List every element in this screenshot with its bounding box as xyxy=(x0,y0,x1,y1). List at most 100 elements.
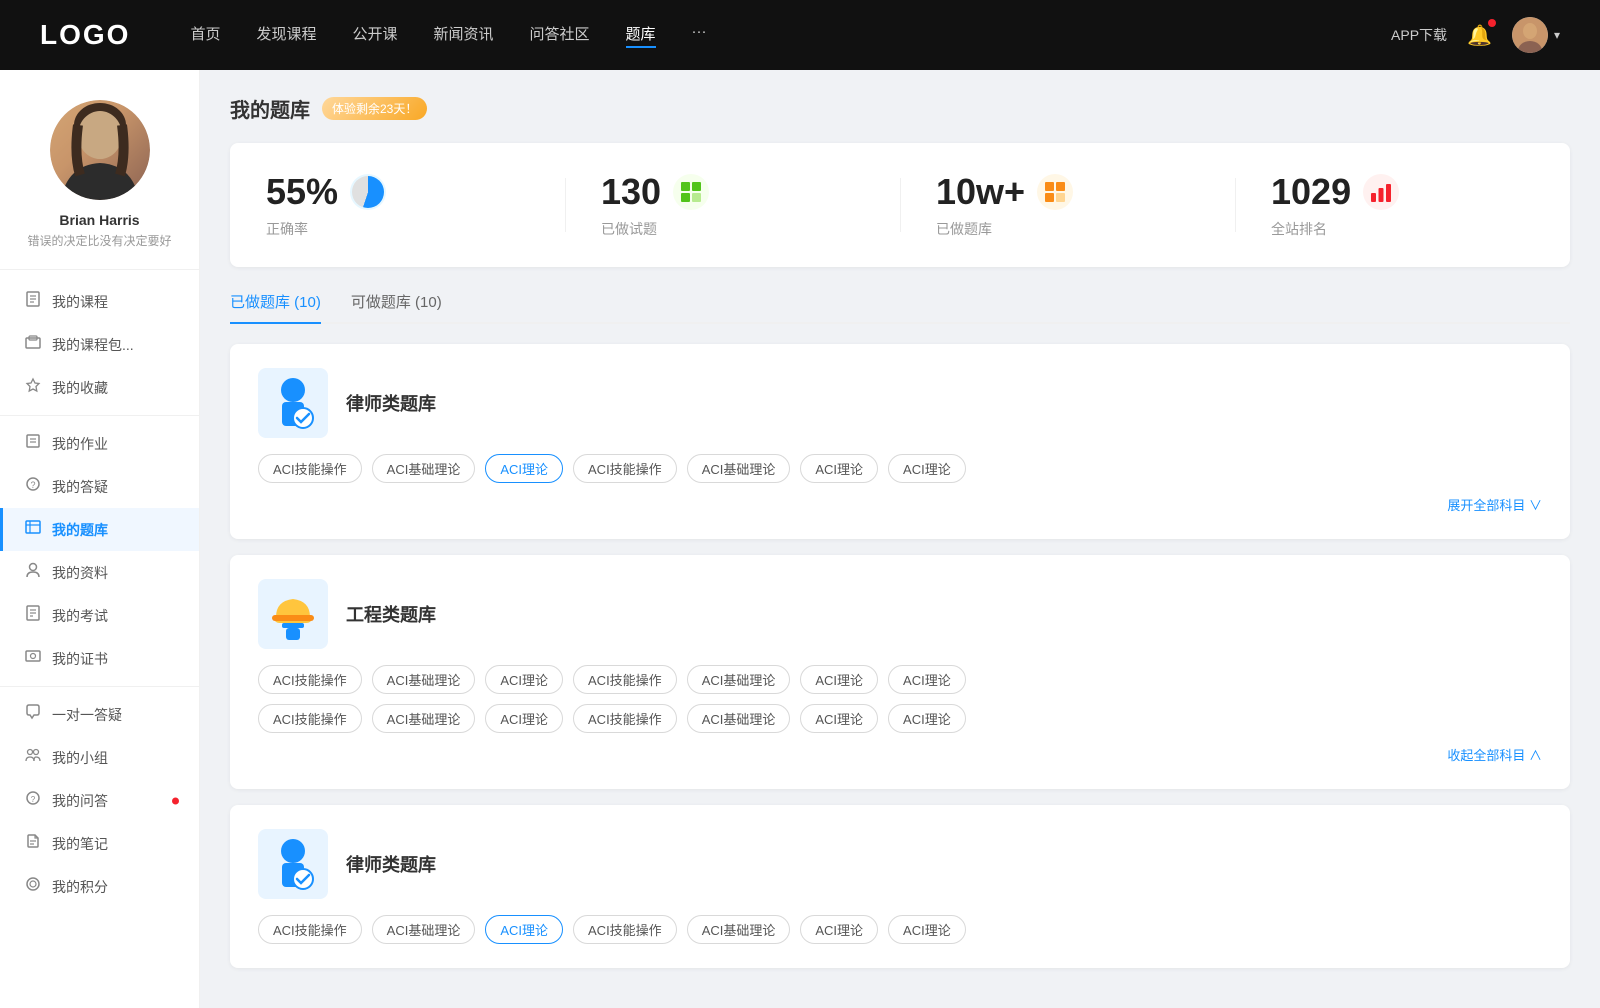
eng-tag-2[interactable]: ACI理论 xyxy=(485,665,563,694)
sidebar-item-qbank[interactable]: 我的题库 xyxy=(0,508,199,551)
eng-extra-tag-5[interactable]: ACI理论 xyxy=(800,704,878,733)
app-download-link[interactable]: APP下载 xyxy=(1391,25,1447,45)
l2-tag-4[interactable]: ACI基础理论 xyxy=(687,915,791,944)
eng-extra-tag-4[interactable]: ACI基础理论 xyxy=(687,704,791,733)
cert-icon xyxy=(24,648,42,669)
eng-collapse-footer: 收起全部科目 ∧ xyxy=(258,745,1542,765)
navbar: LOGO 首页 发现课程 公开课 新闻资讯 问答社区 题库 ··· APP下载 … xyxy=(0,0,1600,70)
qbank-card-header-lawyer: 律师类题库 xyxy=(258,368,1542,438)
nav-home[interactable]: 首页 xyxy=(190,23,220,48)
nav-qa[interactable]: 问答社区 xyxy=(530,23,590,48)
stat-accuracy-value: 55% xyxy=(266,171,338,213)
sidebar-item-exam[interactable]: 我的考试 xyxy=(0,594,199,637)
tab-done-banks[interactable]: 已做题库 (10) xyxy=(230,291,321,322)
l2-tag-0[interactable]: ACI技能操作 xyxy=(258,915,362,944)
tag-2[interactable]: ACI理论 xyxy=(485,454,563,483)
sidebar-item-course-pkg[interactable]: 我的课程包... xyxy=(0,323,199,366)
eng-extra-tag-1[interactable]: ACI基础理论 xyxy=(372,704,476,733)
tag-4[interactable]: ACI基础理论 xyxy=(687,454,791,483)
eng-extra-tag-0[interactable]: ACI技能操作 xyxy=(258,704,362,733)
l2-tag-1[interactable]: ACI基础理论 xyxy=(372,915,476,944)
tabs-row: 已做题库 (10) 可做题库 (10) xyxy=(230,291,1570,324)
logo[interactable]: LOGO xyxy=(40,19,130,51)
eng-tag-5[interactable]: ACI理论 xyxy=(800,665,878,694)
sidebar-item-1on1[interactable]: 一对一答疑 xyxy=(0,693,199,736)
tag-3[interactable]: ACI技能操作 xyxy=(573,454,677,483)
stats-row: 55% 正确率 130 xyxy=(230,143,1570,267)
sidebar-label-notes: 我的笔记 xyxy=(52,834,108,854)
sidebar-item-course[interactable]: 我的课程 xyxy=(0,280,199,323)
sidebar-menu: 我的课程 我的课程包... 我的收藏 xyxy=(0,270,199,918)
sidebar-item-myqa[interactable]: ? 我的问答 xyxy=(0,779,199,822)
eng-extra-tag-6[interactable]: ACI理论 xyxy=(888,704,966,733)
eng-extra-tag-2[interactable]: ACI理论 xyxy=(485,704,563,733)
eng-tag-6[interactable]: ACI理论 xyxy=(888,665,966,694)
sidebar-item-points[interactable]: 我的积分 xyxy=(0,865,199,908)
profile-section: Brian Harris 错误的决定比没有决定要好 xyxy=(0,100,199,270)
nav-qbank[interactable]: 题库 xyxy=(626,23,656,48)
sidebar-item-profile[interactable]: 我的资料 xyxy=(0,551,199,594)
profile-icon xyxy=(24,562,42,583)
l2-tag-6[interactable]: ACI理论 xyxy=(888,915,966,944)
stat-rank: 1029 全站排名 xyxy=(1235,171,1570,239)
nav-open-course[interactable]: 公开课 xyxy=(352,23,397,48)
eng-collapse-link[interactable]: 收起全部科目 ∧ xyxy=(1447,748,1542,763)
sidebar-label-profile: 我的资料 xyxy=(52,563,108,583)
stat-accuracy: 55% 正确率 xyxy=(230,171,565,239)
homework-icon xyxy=(24,433,42,454)
eng-tags-row2: ACI技能操作 ACI基础理论 ACI理论 ACI技能操作 ACI基础理论 AC… xyxy=(258,704,1542,733)
notification-badge xyxy=(1488,19,1496,27)
lawyer2-tags: ACI技能操作 ACI基础理论 ACI理论 ACI技能操作 ACI基础理论 AC… xyxy=(258,915,1542,944)
notification-bell-icon[interactable]: 🔔 xyxy=(1467,23,1492,48)
tag-1[interactable]: ACI基础理论 xyxy=(372,454,476,483)
sidebar-label-qbank: 我的题库 xyxy=(52,520,108,540)
tag-0[interactable]: ACI技能操作 xyxy=(258,454,362,483)
myqa-icon: ? xyxy=(24,790,42,811)
stat-accuracy-label: 正确率 xyxy=(266,219,308,239)
sidebar-item-favorites[interactable]: 我的收藏 xyxy=(0,366,199,409)
engineering-icon-wrap xyxy=(258,579,328,649)
eng-tag-4[interactable]: ACI基础理论 xyxy=(687,665,791,694)
lawyer-expand-footer: 展开全部科目 ∨ xyxy=(258,495,1542,515)
l2-tag-5[interactable]: ACI理论 xyxy=(800,915,878,944)
lawyer-expand-link[interactable]: 展开全部科目 ∨ xyxy=(1447,498,1542,513)
eng-tag-0[interactable]: ACI技能操作 xyxy=(258,665,362,694)
nav-news[interactable]: 新闻资讯 xyxy=(434,23,494,48)
profile-name: Brian Harris xyxy=(59,212,139,228)
lawyer-bank-title: 律师类题库 xyxy=(346,390,436,416)
qbank-card-header-eng: 工程类题库 xyxy=(258,579,1542,649)
tab-available-banks[interactable]: 可做题库 (10) xyxy=(351,291,442,322)
sidebar-label-course: 我的课程 xyxy=(52,292,108,312)
l2-tag-2[interactable]: ACI理论 xyxy=(485,915,563,944)
svg-text:?: ? xyxy=(31,795,36,804)
qbank-card-lawyer: 律师类题库 ACI技能操作 ACI基础理论 ACI理论 ACI技能操作 ACI基… xyxy=(230,344,1570,539)
qbank-card-engineering: 工程类题库 ACI技能操作 ACI基础理论 ACI理论 ACI技能操作 ACI基… xyxy=(230,555,1570,789)
lawyer-icon-wrap xyxy=(258,368,328,438)
page-title: 我的题库 xyxy=(230,94,310,123)
accuracy-pie-icon xyxy=(350,174,386,210)
sidebar-divider-2 xyxy=(0,686,199,687)
sidebar-item-notes[interactable]: 我的笔记 xyxy=(0,822,199,865)
eng-tags-row1: ACI技能操作 ACI基础理论 ACI理论 ACI技能操作 ACI基础理论 AC… xyxy=(258,665,1542,694)
sidebar-item-group[interactable]: 我的小组 xyxy=(0,736,199,779)
l2-tag-3[interactable]: ACI技能操作 xyxy=(573,915,677,944)
sidebar-label-points: 我的积分 xyxy=(52,877,108,897)
sidebar-label-homework: 我的作业 xyxy=(52,434,108,454)
user-avatar-wrap[interactable]: ▾ xyxy=(1512,17,1560,53)
sidebar-item-homework[interactable]: 我的作业 xyxy=(0,422,199,465)
navbar-right: APP下载 🔔 ▾ xyxy=(1391,17,1560,53)
nav-discover[interactable]: 发现课程 xyxy=(256,23,316,48)
sidebar-item-cert[interactable]: 我的证书 xyxy=(0,637,199,680)
sidebar-label-1on1: 一对一答疑 xyxy=(52,705,122,725)
stat-done-b-value: 10w+ xyxy=(936,171,1025,213)
eng-tag-3[interactable]: ACI技能操作 xyxy=(573,665,677,694)
done-q-grid-icon xyxy=(673,174,709,210)
tag-5[interactable]: ACI理论 xyxy=(800,454,878,483)
tag-6[interactable]: ACI理论 xyxy=(888,454,966,483)
eng-tag-1[interactable]: ACI基础理论 xyxy=(372,665,476,694)
eng-extra-tag-3[interactable]: ACI技能操作 xyxy=(573,704,677,733)
nav-more[interactable]: ··· xyxy=(692,23,707,48)
sidebar-label-myqa: 我的问答 xyxy=(52,791,108,811)
sidebar-item-qahelp[interactable]: ? 我的答疑 xyxy=(0,465,199,508)
rank-bar-icon xyxy=(1363,174,1399,210)
